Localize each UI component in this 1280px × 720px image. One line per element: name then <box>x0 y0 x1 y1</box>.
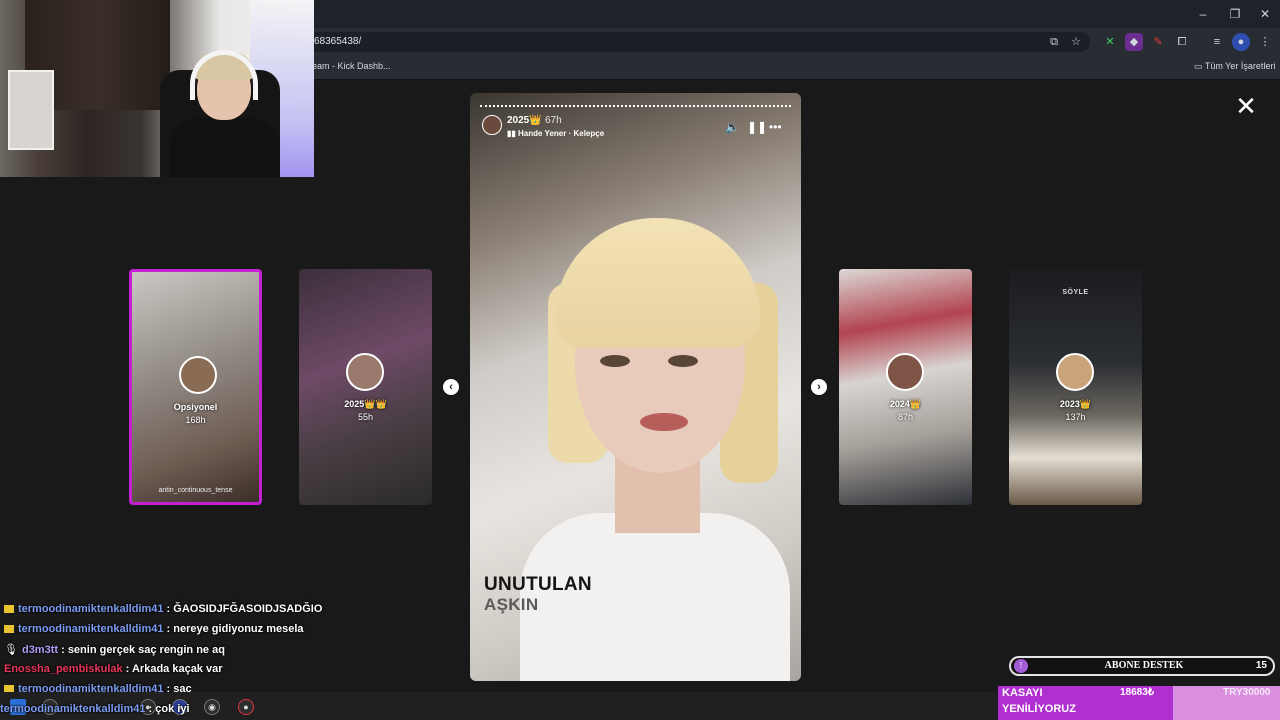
story-card-age: 168h <box>185 415 206 425</box>
all-bookmarks-folder[interactable]: ▭ Tüm Yer İşaretleri <box>1194 61 1275 72</box>
story-card-age: 87h <box>897 412 914 422</box>
extensions-puzzle-icon[interactable]: ⧠ <box>1173 33 1191 51</box>
story-music: ▮▮ Hande Yener · Kelepçe <box>507 129 604 138</box>
restore-button[interactable]: ❐ <box>1220 4 1250 24</box>
extension-red-icon[interactable]: ✎ <box>1149 33 1167 51</box>
subscriber-badge-icon <box>4 625 14 634</box>
story-card-age: 55h <box>357 412 374 422</box>
avatar <box>179 356 217 394</box>
next-story-button[interactable]: › <box>811 379 827 395</box>
webcam-overlay <box>0 0 314 177</box>
donation-target: TRY30000 <box>1223 687 1271 698</box>
story-card-2025[interactable]: 2025👑👑 55h <box>299 269 432 505</box>
current-story[interactable]: 2025👑 67h ▮▮ Hande Yener · Kelepçe 🔈 ❚❚ … <box>470 93 801 681</box>
story-card-age: 137h <box>1065 412 1086 422</box>
story-card-2024[interactable]: 2024👑 87h <box>839 269 972 505</box>
story-card-2023[interactable]: SÖYLE 2023👑 137h <box>1009 269 1142 505</box>
more-options-icon[interactable]: ••• <box>769 120 782 134</box>
story-text-line1: UNUTULAN <box>484 574 592 595</box>
chat-message: 🎙 d3m3tt : senin gerçek saç rengin ne aq <box>4 644 225 656</box>
pause-icon[interactable]: ❚❚ <box>747 120 767 134</box>
chat-message: termoodinamiktenkalldim41 : çok iyi <box>0 703 190 715</box>
chat-text: çok iyi <box>155 703 190 715</box>
story-card-title: 2024👑 <box>889 399 922 409</box>
avatar <box>346 353 384 391</box>
folder-icon: ▭ <box>1194 61 1205 71</box>
prev-story-button[interactable]: ‹ <box>443 379 459 395</box>
chat-username: termoodinamiktenkalldim41 <box>18 623 164 635</box>
chat-text: Arkada kaçak var <box>131 663 223 675</box>
story-progress-bar <box>480 105 791 107</box>
address-bar[interactable]: 68365438/ <box>300 32 1090 52</box>
story-author-avatar[interactable] <box>482 115 502 135</box>
app-icon[interactable]: ◉ <box>204 699 220 715</box>
donation-goal-line1: KASAYI <box>1002 687 1043 699</box>
all-bookmarks-label: Tüm Yer İşaretleri <box>1204 61 1276 71</box>
extension-x-icon[interactable]: ✕ <box>1101 33 1119 51</box>
chat-text: nereye gidiyonuz mesela <box>173 623 304 635</box>
avatar <box>1056 353 1094 391</box>
extension-purple-icon[interactable]: ◆ <box>1125 33 1143 51</box>
story-card-author: antin_continuous_tense <box>158 487 233 494</box>
music-label: Hande Yener · Kelepçe <box>518 129 605 138</box>
story-age: 67h <box>545 115 562 126</box>
chat-message: termoodinamiktenkalldim41 : nereye gidiy… <box>4 623 304 635</box>
bookmark-kick-dashboard[interactable]: eam - Kick Dashb... <box>312 61 391 71</box>
chat-username: Enossha_pembiskulak <box>4 663 123 675</box>
chat-text: senin gerçek saç rengin ne aq <box>67 644 225 656</box>
story-overlay-text: SÖYLE <box>1062 289 1089 296</box>
mic-badge-icon: 🎙 <box>4 644 18 656</box>
story-text-line2: AŞKIN <box>484 595 539 614</box>
media-control-icon[interactable]: ≡ <box>1208 33 1226 51</box>
bookmark-star-icon[interactable]: ☆ <box>1067 33 1085 51</box>
donation-amount: 18683₺ <box>1120 687 1155 698</box>
chat-username: termoodinamiktenkalldim41 <box>18 603 164 615</box>
goal-count: 15 <box>1255 660 1267 671</box>
browser-menu-icon[interactable]: ⋮ <box>1256 33 1274 51</box>
story-title: 2025👑 <box>507 115 542 126</box>
story-card-title: 2025👑👑 <box>344 399 387 409</box>
close-story-viewer-button[interactable]: ✕ <box>1234 93 1258 119</box>
mute-icon[interactable]: 🔈 <box>725 120 740 134</box>
minimize-button[interactable]: – <box>1188 4 1218 24</box>
obs-app-icon[interactable]: ● <box>238 699 254 715</box>
url-text: 68365438/ <box>314 36 362 47</box>
chat-message: Enossha_pembiskulak : Arkada kaçak var <box>4 663 223 675</box>
music-bars-icon: ▮▮ <box>507 129 519 138</box>
profile-avatar-icon[interactable]: ● <box>1232 33 1250 51</box>
goal-label: ABONE DESTEK <box>1104 660 1184 671</box>
subscriber-badge-icon <box>4 605 14 614</box>
install-app-icon[interactable]: ⧉ <box>1045 33 1063 51</box>
subscriber-goal-widget: ! ABONE DESTEK 15 <box>1009 656 1275 676</box>
donation-goal-line2: YENİLİYORUZ <box>1002 703 1076 715</box>
avatar <box>886 353 924 391</box>
story-card-title: Opsiyonel <box>173 402 218 412</box>
close-window-button[interactable]: ✕ <box>1250 4 1280 24</box>
donation-goal-widget: KASAYI YENİLİYORUZ 18683₺ TRY30000 <box>998 686 1280 720</box>
story-card-title: 2023👑 <box>1059 399 1092 409</box>
story-card-opsiyonel[interactable]: Opsiyonel 168h antin_continuous_tense <box>129 269 262 505</box>
chat-username: termoodinamiktenkalldim41 <box>0 703 146 715</box>
chat-text: ĞAOSIDJFĞASOIDJSADĞIO <box>173 603 323 615</box>
chat-username: d3m3tt <box>21 644 59 656</box>
chat-message: termoodinamiktenkalldim41 : ĞAOSIDJFĞASO… <box>4 603 322 615</box>
